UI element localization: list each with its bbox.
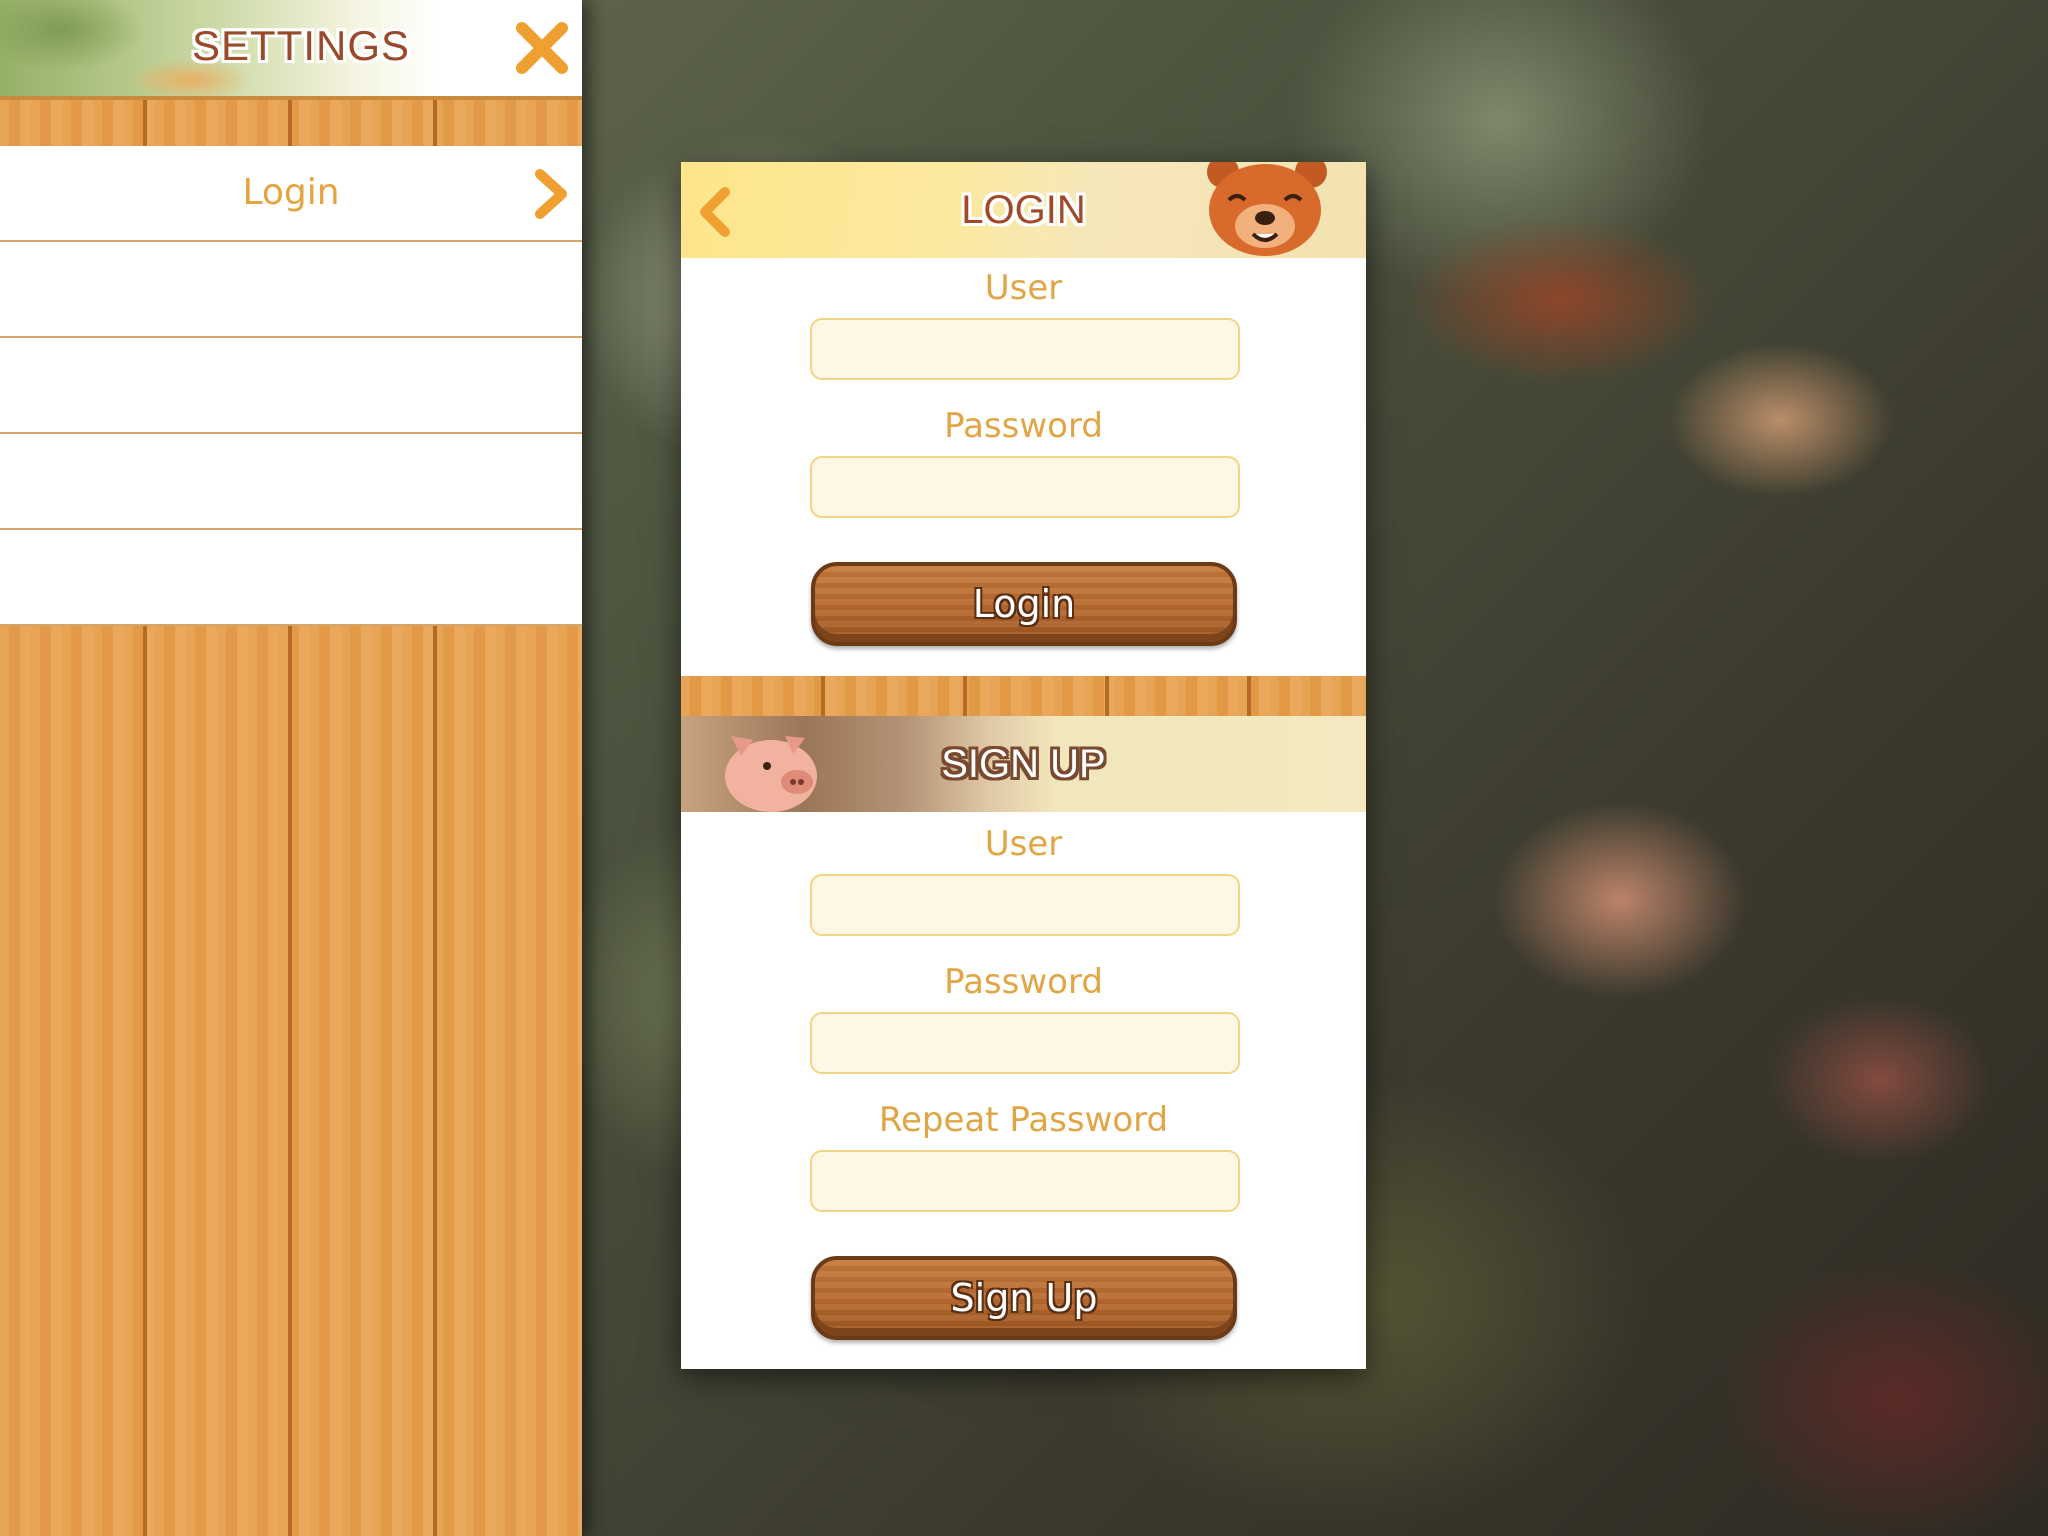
menu-item-empty[interactable] [0, 242, 582, 338]
menu-item-empty[interactable] [0, 434, 582, 530]
menu-item-empty[interactable] [0, 530, 582, 626]
signup-password-label: Password [944, 962, 1103, 1002]
wood-divider [681, 676, 1366, 716]
signup-user-input[interactable] [810, 874, 1240, 936]
signup-title: SIGN UP [941, 742, 1106, 786]
signup-section: SIGN UP User Password Repeat Password Si… [681, 716, 1366, 1369]
menu-item-empty[interactable] [0, 338, 582, 434]
signup-button-label: Sign Up [950, 1276, 1098, 1320]
settings-header: SETTINGS [0, 0, 582, 100]
login-section: LOGIN User Password Login [681, 162, 1366, 676]
signup-user-label: User [984, 824, 1063, 864]
signup-password-input[interactable] [810, 1012, 1240, 1074]
bear-icon [1207, 162, 1327, 256]
login-button-label: Login [972, 582, 1076, 626]
login-password-input[interactable] [810, 456, 1240, 518]
settings-title: SETTINGS [192, 22, 411, 69]
signup-repeat-password-input[interactable] [810, 1150, 1240, 1212]
settings-menu: Login [0, 146, 582, 626]
login-user-input[interactable] [810, 318, 1240, 380]
login-header: LOGIN [681, 162, 1366, 258]
login-user-label: User [984, 268, 1063, 308]
menu-item-label: Login [242, 172, 340, 213]
menu-item-login[interactable]: Login [0, 146, 582, 242]
login-button[interactable]: Login [811, 562, 1237, 646]
close-icon[interactable] [514, 20, 570, 76]
auth-dialog: LOGIN User Password Login SIGN UP User P… [681, 162, 1366, 1369]
settings-panel: SETTINGS Login [0, 0, 582, 1536]
signup-repeat-password-label: Repeat Password [878, 1100, 1169, 1140]
chevron-right-icon [535, 169, 567, 219]
signup-button[interactable]: Sign Up [811, 1256, 1237, 1340]
signup-header: SIGN UP [681, 716, 1366, 812]
login-password-label: Password [944, 406, 1103, 446]
